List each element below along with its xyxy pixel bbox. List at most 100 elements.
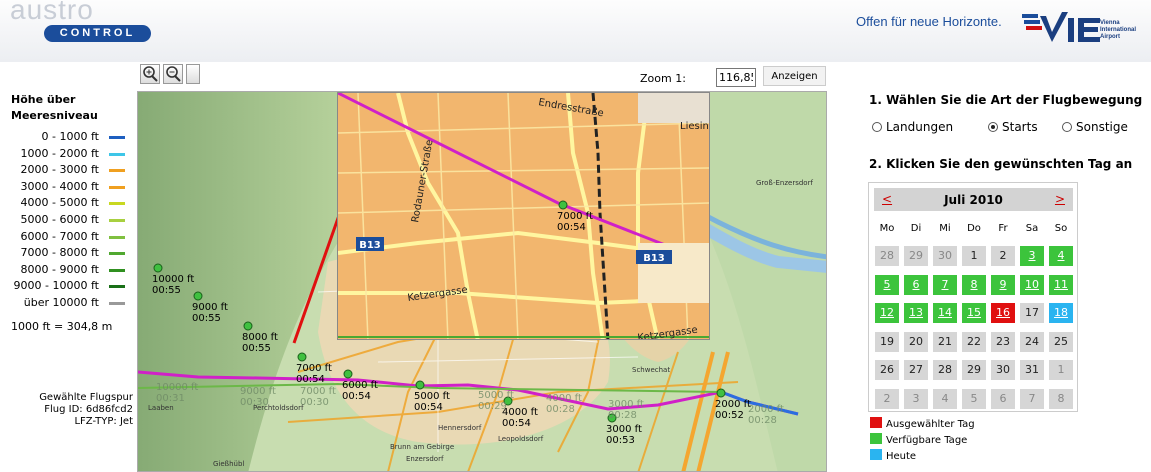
zoom-scale-input[interactable]	[716, 68, 756, 87]
waypoint-marker[interactable]	[153, 263, 163, 273]
calendar-legend-item: Verfügbare Tage	[870, 433, 967, 446]
calendar-legend-label: Ausgewählter Tag	[886, 419, 975, 430]
map-place-label: Brunn am Gebirge	[390, 443, 454, 451]
waypoint-time: 00:54	[414, 402, 443, 413]
waypoint-marker[interactable]	[415, 380, 425, 390]
map-place-label: Groß-Enzersdorf	[756, 179, 813, 187]
map-place-label: Perchtoldsdorf	[253, 404, 304, 412]
calendar-day-avail[interactable]: 4	[1049, 246, 1073, 266]
calendar-day-avail[interactable]: 12	[875, 303, 899, 323]
zoom-out-icon[interactable]	[163, 64, 183, 84]
waypoint-time: 00:54	[502, 418, 531, 429]
radio-option[interactable]: Starts	[988, 120, 1038, 134]
calendar-day-avail[interactable]: 3	[1020, 246, 1044, 266]
calendar-day-other: 1	[1049, 360, 1073, 380]
waypoint-altitude: 5000 ft	[414, 391, 450, 402]
flight-track-map[interactable]: 10000 ft 00:55 9000 ft 00:55 8000 ft 00:55 700…	[137, 91, 827, 472]
calendar-day-na: 20	[904, 331, 928, 352]
ghost-track-label: 10000 ft	[156, 382, 198, 393]
altitude-legend-swatch	[109, 302, 125, 305]
waypoint-marker[interactable]	[243, 321, 253, 331]
track-waypoint[interactable]: 10000 ft00:55	[152, 263, 194, 296]
calendar-day-na: 27	[904, 360, 928, 380]
step-2-heading: 2. Klicken Sie den gewünschten Tag an	[869, 157, 1133, 171]
calendar-legend-swatch	[870, 417, 882, 428]
ghost-track-label: 00:28	[748, 415, 777, 426]
austro-control-logo-text: austro	[10, 0, 94, 25]
show-button[interactable]: Anzeigen	[763, 66, 826, 86]
track-waypoint[interactable]: 9000 ft00:55	[192, 291, 228, 324]
track-waypoint[interactable]: 2000 ft00:52	[715, 388, 751, 421]
track-waypoint[interactable]: 8000 ft00:55	[242, 321, 278, 354]
calendar-day-avail[interactable]: 10	[1020, 274, 1044, 295]
waypoint-altitude: 8000 ft	[242, 332, 278, 343]
radio-option[interactable]: Landungen	[872, 120, 953, 134]
waypoint-marker[interactable]	[716, 388, 726, 398]
zoom-in-icon[interactable]	[140, 64, 160, 84]
day-calendar: < Juli 2010 > Mo Di Mi Do Fr Sa So 28 29 30 1 2 3 4 5 6…	[868, 182, 1078, 412]
waypoint-marker[interactable]	[343, 369, 353, 379]
calendar-month-title: Juli 2010	[944, 193, 1003, 207]
calendar-day-na: 17	[1020, 303, 1044, 323]
track-title: Gewählte Flugspur	[39, 392, 133, 403]
altitude-legend-row: 6000 - 7000 ft	[0, 230, 133, 246]
radio-button[interactable]	[988, 122, 998, 132]
calendar-day-selected[interactable]: 16	[991, 303, 1015, 323]
inset-waypoint-marker	[558, 200, 568, 210]
waypoint-marker[interactable]	[193, 291, 203, 301]
calendar-day-avail[interactable]: 14	[933, 303, 957, 323]
calendar-day-other: 6	[991, 388, 1015, 409]
altitude-legend-swatch	[109, 219, 125, 222]
calendar-legend-swatch	[870, 449, 882, 460]
altitude-legend-swatch	[109, 169, 125, 173]
step-1-heading: 1. Wählen Sie die Art der Flugbewegung	[869, 93, 1143, 107]
track-waypoint[interactable]: 6000 ft00:54	[342, 369, 378, 402]
radio-option[interactable]: Sonstige	[1062, 120, 1128, 134]
ghost-track-label: 5000 ft	[478, 390, 514, 401]
weekday-header: Sa	[1025, 223, 1039, 234]
calendar-day-avail[interactable]: 8	[962, 274, 986, 295]
calendar-day-na: 23	[991, 331, 1015, 352]
weekday-header: So	[1054, 223, 1068, 234]
altitude-legend-swatch	[109, 285, 125, 289]
calendar-next-link[interactable]: >	[1055, 192, 1065, 206]
calendar-legend-swatch	[870, 433, 882, 444]
ghost-track-label: 2000 ft	[748, 404, 784, 415]
altitude-legend-row: über 10000 ft	[0, 296, 133, 312]
calendar-header: < Juli 2010 >	[874, 188, 1073, 211]
calendar-day-avail[interactable]: 11	[1049, 274, 1073, 295]
track-waypoint[interactable]: 4000 ft00:54	[502, 396, 538, 429]
radio-button[interactable]	[1062, 122, 1072, 132]
waypoint-time: 00:54	[296, 374, 325, 385]
altitude-legend-swatch	[109, 268, 125, 272]
pan-icon[interactable]	[186, 64, 200, 84]
calendar-day-na: 1	[962, 246, 986, 266]
map-place-label: Enzersdorf	[406, 455, 444, 463]
altitude-legend-row: 8000 - 9000 ft	[0, 263, 133, 279]
radio-label: Landungen	[886, 120, 954, 134]
calendar-day-today[interactable]: 18	[1049, 303, 1073, 323]
calendar-day-na: 29	[962, 360, 986, 380]
altitude-legend-swatch	[109, 252, 125, 256]
waypoint-time: 00:54	[342, 391, 371, 402]
calendar-day-avail[interactable]: 15	[962, 303, 986, 323]
calendar-day-avail[interactable]: 6	[904, 274, 928, 295]
calendar-day-other: 30	[933, 246, 957, 266]
altitude-legend-title: Höhe über Meeresniveau	[11, 93, 98, 122]
altitude-legend-row: 1000 - 2000 ft	[0, 147, 133, 163]
calendar-day-avail[interactable]: 7	[933, 274, 957, 295]
altitude-legend-row: 4000 - 5000 ft	[0, 196, 133, 212]
map-place-label: Schwechat	[632, 366, 670, 374]
calendar-day-avail[interactable]: 5	[875, 274, 899, 295]
calendar-day-avail[interactable]: 13	[904, 303, 928, 323]
waypoint-marker[interactable]	[297, 352, 307, 362]
calendar-day-avail[interactable]: 9	[991, 274, 1015, 295]
altitude-legend-label: über 10000 ft	[23, 296, 99, 309]
ghost-track-label: 00:31	[156, 393, 185, 404]
tagline: Offen für neue Horizonte.	[856, 14, 1002, 29]
altitude-legend-row: 5000 - 6000 ft	[0, 213, 133, 229]
ghost-track-label: 00:30	[300, 397, 329, 408]
calendar-day-na: 24	[1020, 331, 1044, 352]
ghost-track-label: 4000 ft	[546, 393, 582, 404]
radio-button[interactable]	[872, 122, 882, 132]
